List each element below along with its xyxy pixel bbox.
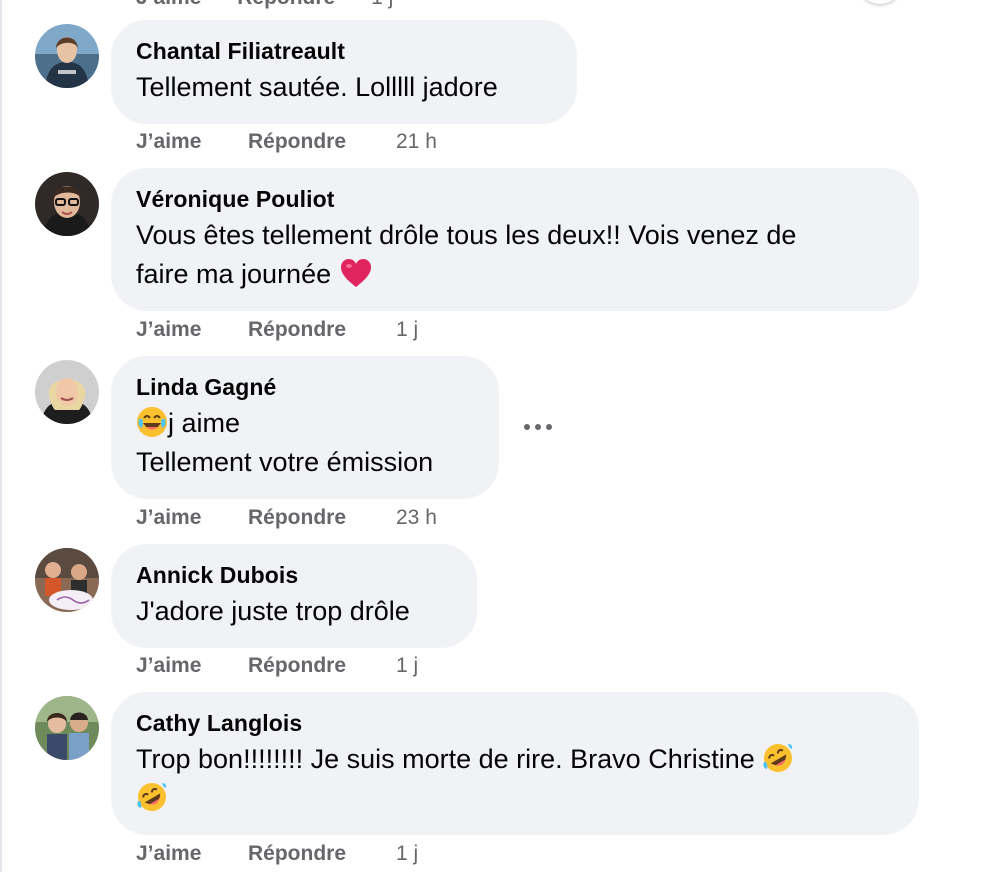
comment-bubble: Cathy Langlois Trop bon!!!!!!!! Je suis …	[111, 692, 919, 835]
timestamp[interactable]: 23 h	[396, 506, 437, 530]
comment-bubble: Chantal Filiatreault Tellement sautée. L…	[111, 20, 577, 124]
comment-bubble: Linda Gagné j aime Tellement votre émiss…	[111, 356, 499, 499]
comment-actions: J’aime Répondre 23 h	[136, 506, 437, 530]
comment-author[interactable]: Linda Gagné	[136, 373, 473, 401]
comment-author[interactable]: Véronique Pouliot	[136, 185, 893, 213]
timestamp[interactable]: 1 j	[396, 654, 418, 678]
comment-actions: J’aime Répondre 21 h	[136, 130, 437, 154]
red-heart-icon	[340, 259, 371, 287]
reply-action[interactable]: Répondre	[248, 654, 396, 678]
comment-actions: J’aime Répondre 1 j	[136, 654, 418, 678]
comment-text: J'adore juste trop drôle	[136, 592, 451, 631]
comment-text-line: J'adore juste trop drôle	[136, 596, 410, 626]
comment-text: j aime Tellement votre émission	[136, 404, 473, 482]
timestamp[interactable]: 1 j	[371, 0, 393, 9]
reply-action[interactable]: Répondre	[248, 506, 396, 530]
avatar[interactable]	[35, 360, 99, 424]
avatar[interactable]	[35, 548, 99, 612]
scroll-button[interactable]	[860, 0, 900, 4]
rofl-face-icon	[763, 744, 793, 772]
comment-actions: J’aime Répondre 1 j	[136, 842, 418, 866]
comment-text-fragment: j aime	[168, 408, 241, 438]
comment-author[interactable]: Cathy Langlois	[136, 709, 893, 737]
reply-action[interactable]: Répondre	[237, 0, 335, 9]
comments-panel: J’aime Répondre 1 j Chantal Filiatreault…	[0, 0, 1000, 872]
like-action[interactable]: J’aime	[136, 318, 248, 342]
timestamp[interactable]: 1 j	[396, 842, 418, 866]
left-divider	[0, 0, 2, 872]
comment-text: Tellement sautée. Lolllll jadore	[136, 68, 551, 107]
comment-bubble: Véronique Pouliot Vous êtes tellement dr…	[111, 168, 919, 311]
reply-action[interactable]: Répondre	[248, 842, 396, 866]
timestamp[interactable]: 1 j	[396, 318, 418, 342]
comment-text-line	[136, 779, 893, 818]
comment-text-line: Tellement sautée. Lolllll jadore	[136, 72, 498, 102]
like-action[interactable]: J’aime	[136, 842, 248, 866]
previous-comment-actions: J’aime Répondre 1 j	[136, 0, 423, 10]
comment-author[interactable]: Chantal Filiatreault	[136, 37, 551, 65]
comment-text: Trop bon!!!!!!!! Je suis morte de rire. …	[136, 740, 893, 818]
more-options-button[interactable]	[522, 416, 554, 436]
reply-action[interactable]: Répondre	[248, 318, 396, 342]
rofl-face-icon	[137, 783, 167, 811]
like-action[interactable]: J’aime	[136, 506, 248, 530]
comment-actions: J’aime Répondre 1 j	[136, 318, 418, 342]
like-action[interactable]: J’aime	[136, 130, 248, 154]
comment-text-line: j aime	[136, 404, 473, 443]
timestamp[interactable]: 21 h	[396, 130, 437, 154]
avatar[interactable]	[35, 172, 99, 236]
like-action[interactable]: J’aime	[136, 0, 201, 9]
joy-face-icon	[137, 407, 167, 437]
reply-action[interactable]: Répondre	[248, 130, 396, 154]
comment-text-fragment: faire ma journée	[136, 259, 332, 289]
comment-author[interactable]: Annick Dubois	[136, 561, 451, 589]
comment-text-line: faire ma journée	[136, 255, 893, 294]
avatar[interactable]	[35, 24, 99, 88]
like-action[interactable]: J’aime	[136, 654, 248, 678]
comment-text-line: Trop bon!!!!!!!! Je suis morte de rire. …	[136, 740, 893, 779]
comment-text: Vous êtes tellement drôle tous les deux!…	[136, 216, 893, 294]
comment-text-line: Vous êtes tellement drôle tous les deux!…	[136, 220, 797, 250]
comment-bubble: Annick Dubois J'adore juste trop drôle	[111, 544, 477, 648]
avatar[interactable]	[35, 696, 99, 760]
comment-text-line: Tellement votre émission	[136, 447, 434, 477]
comment-text-fragment: Trop bon!!!!!!!! Je suis morte de rire. …	[136, 744, 755, 774]
